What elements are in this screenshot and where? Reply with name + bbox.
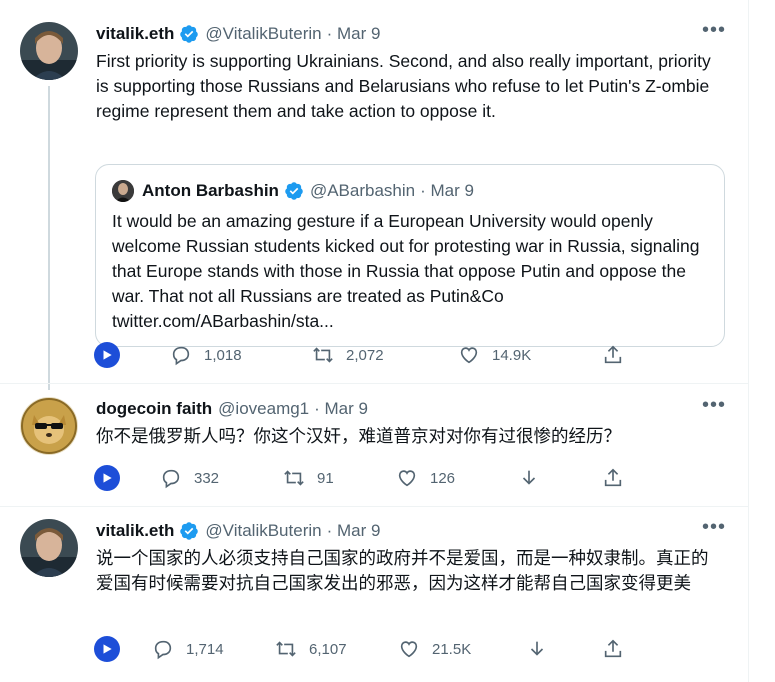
like-count: 126 [430,469,456,487]
tweet-dogecoin[interactable]: dogecoin faith @ioveamg1 · Mar 9 ••• 你不是… [0,395,748,507]
reply-count: 1,018 [204,346,242,364]
avatar-vitalik[interactable] [20,22,78,80]
author-handle[interactable]: @VitalikButerin [205,521,321,541]
retweet-count: 2,072 [346,346,384,364]
quoted-author-handle: @ABarbashin [309,181,416,200]
reply-button[interactable]: 332 [160,463,219,493]
tweet-text: 说一个国家的人必须支持自己国家的政府并不是爱国，而是一种奴隶制。真正的爱国有时候… [96,548,709,593]
download-icon [522,470,536,485]
tweet-header: vitalik.eth @VitalikButerin · Mar 9 [96,519,380,543]
quoted-tweet-date: · Mar 9 [420,181,474,200]
tweet-actions: 1,714 6,107 21.5K [94,634,654,664]
quoted-author-name: Anton Barbashin [142,181,279,200]
avatar-dogecoin[interactable] [20,397,78,455]
tweet-divider [0,506,748,507]
play-icon [94,636,120,662]
like-count: 21.5K [432,640,472,658]
more-icon[interactable]: ••• [702,20,726,40]
retweet-button[interactable]: 2,072 [312,340,384,370]
retweet-count: 91 [317,469,334,487]
reply-count: 332 [194,469,220,487]
reply-button[interactable]: 1,714 [152,634,224,664]
share-button[interactable] [602,340,624,370]
reply-count: 1,714 [186,640,224,658]
play-icon [94,465,120,491]
share-icon [604,468,622,487]
verified-badge-icon [180,522,199,540]
verified-badge-icon [180,25,199,43]
tweet-text: 你不是俄罗斯人吗？你这个汉奸，难道普京对对你有过很惨的经历？ [96,426,621,446]
retweet-button[interactable]: 6,107 [275,634,347,664]
share-button[interactable] [602,463,624,493]
like-button[interactable]: 126 [396,463,455,493]
retweet-button[interactable]: 91 [283,463,334,493]
author-handle[interactable]: @VitalikButerin [205,24,321,44]
retweet-count: 6,107 [309,640,347,658]
verified-badge-icon [285,182,303,200]
like-count: 14.9K [492,346,532,364]
quoted-tweet-link[interactable]: twitter.com/ABarbashin/sta... [112,309,712,334]
avatar-vitalik[interactable] [20,519,78,577]
more-icon[interactable]: ••• [702,517,726,537]
play-icon [94,342,120,368]
like-button[interactable]: 21.5K [398,634,471,664]
author-name[interactable]: vitalik.eth [96,521,174,541]
reply-icon [172,346,190,366]
tweet-vitalik-2[interactable]: vitalik.eth @VitalikButerin · Mar 9 ••• … [0,517,748,669]
quoted-tweet-header: Anton Barbashin @ABarbashin · Mar 9 [112,180,474,202]
tweet-text: First priority is supporting Ukrainians.… [96,51,711,121]
download-button[interactable] [526,634,548,664]
tweet-date[interactable]: · Mar 9 [327,24,381,44]
play-button[interactable] [94,634,120,664]
avatar-barbashin [112,180,134,202]
download-icon [530,641,544,656]
tweet-vitalik-1[interactable]: vitalik.eth @VitalikButerin · Mar 9 ••• … [0,20,748,392]
tweet-header: vitalik.eth @VitalikButerin · Mar 9 [96,22,380,46]
like-icon [460,347,478,364]
thread-line [48,86,50,390]
share-button[interactable] [602,634,624,664]
quoted-tweet-body: It would be an amazing gesture if a Euro… [112,209,712,334]
share-icon [604,345,622,364]
retweet-icon [313,347,333,363]
reply-icon [154,640,172,660]
share-icon [604,639,622,658]
like-icon [398,470,416,487]
author-name[interactable]: dogecoin faith [96,399,212,419]
tweet-divider [0,383,748,384]
reply-button[interactable]: 1,018 [170,340,242,370]
play-button[interactable] [94,340,120,370]
tweet-actions: 1,018 2,072 14.9K [94,340,654,370]
reply-icon [162,469,180,489]
like-button[interactable]: 14.9K [458,340,531,370]
timeline: vitalik.eth @VitalikButerin · Mar 9 ••• … [0,0,749,682]
author-name[interactable]: vitalik.eth [96,24,174,44]
tweet-header: dogecoin faith @ioveamg1 · Mar 9 [96,397,368,421]
tweet-date[interactable]: · Mar 9 [327,521,381,541]
quoted-tweet-text: It would be an amazing gesture if a Euro… [112,211,700,306]
like-icon [400,641,418,658]
tweet-date[interactable]: · Mar 9 [314,399,368,419]
author-handle[interactable]: @ioveamg1 [218,399,309,419]
retweet-icon [284,470,304,486]
retweet-icon [276,641,296,657]
tweet-actions: 332 91 126 [94,463,654,493]
play-button[interactable] [94,463,120,493]
quoted-tweet[interactable]: Anton Barbashin @ABarbashin · Mar 9 It w… [95,164,725,347]
more-icon[interactable]: ••• [702,395,726,415]
download-button[interactable] [518,463,540,493]
